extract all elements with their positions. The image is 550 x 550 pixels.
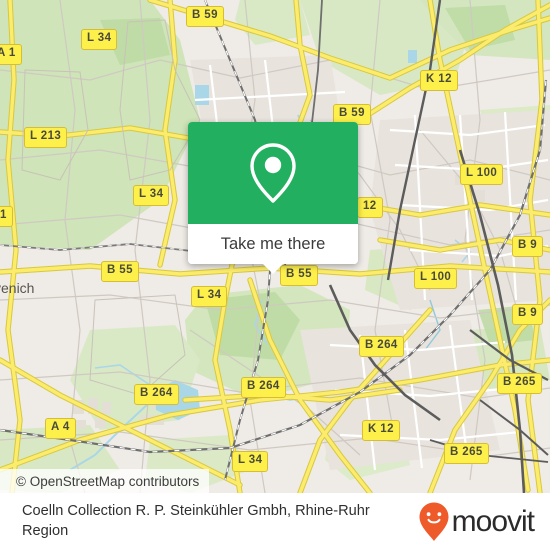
road-shield: B 265 [444, 443, 489, 464]
location-title: Coelln Collection R. P. Steinkühler Gmbh… [22, 502, 370, 539]
road-shield: B 9 [512, 236, 544, 257]
callout-tail [263, 264, 283, 274]
road-shield: A 1 [0, 44, 22, 65]
take-me-there-label: Take me there [220, 234, 326, 253]
callout-pin-area [188, 122, 358, 224]
road-shield: B 265 [497, 373, 542, 394]
moovit-wordmark: moovit [451, 504, 535, 538]
place-label: venich [0, 280, 35, 296]
road-shield: 1 [0, 206, 13, 227]
road-shield: A 4 [45, 418, 76, 439]
road-shield: B 264 [134, 384, 179, 405]
road-shield: K 12 [420, 70, 458, 91]
road-shield: B 264 [359, 336, 404, 357]
road-shield: L 34 [133, 185, 170, 206]
road-shield: L 213 [24, 127, 68, 148]
map-pin-icon [250, 143, 296, 203]
footer-bar: Coelln Collection R. P. Steinkühler Gmbh… [0, 493, 550, 550]
road-shield: L 34 [191, 286, 228, 307]
road-shield: B 264 [241, 377, 286, 398]
map-canvas[interactable]: B 59 L 34 A 1K 12 B 59 L 213 L 100 L 34 1 12 B 9B… [0, 0, 550, 493]
moovit-logo[interactable]: moovit [419, 502, 535, 542]
take-me-there-button[interactable]: Take me there [188, 224, 358, 274]
osm-attribution[interactable]: © OpenStreetMap contributors [0, 469, 210, 493]
moovit-pin-smiley-icon [419, 502, 449, 541]
road-shield: B 9 [512, 304, 544, 325]
map-screenshot: B 59 L 34 A 1K 12 B 59 L 213 L 100 L 34 1 12 B 9B… [0, 0, 550, 550]
road-shield: K 12 [362, 420, 400, 441]
road-shield: L 100 [414, 268, 458, 289]
road-shield: B 55 [280, 265, 318, 286]
road-shield: 12 [357, 197, 383, 218]
road-shield: L 34 [81, 29, 118, 50]
location-callout-card[interactable]: Take me there [188, 122, 358, 274]
road-shield: B 55 [101, 261, 139, 282]
osm-attribution-text: © OpenStreetMap contributors [16, 473, 200, 489]
road-shield: L 100 [460, 164, 504, 185]
road-shield: L 34 [232, 451, 269, 472]
road-shield: B 59 [186, 6, 224, 27]
